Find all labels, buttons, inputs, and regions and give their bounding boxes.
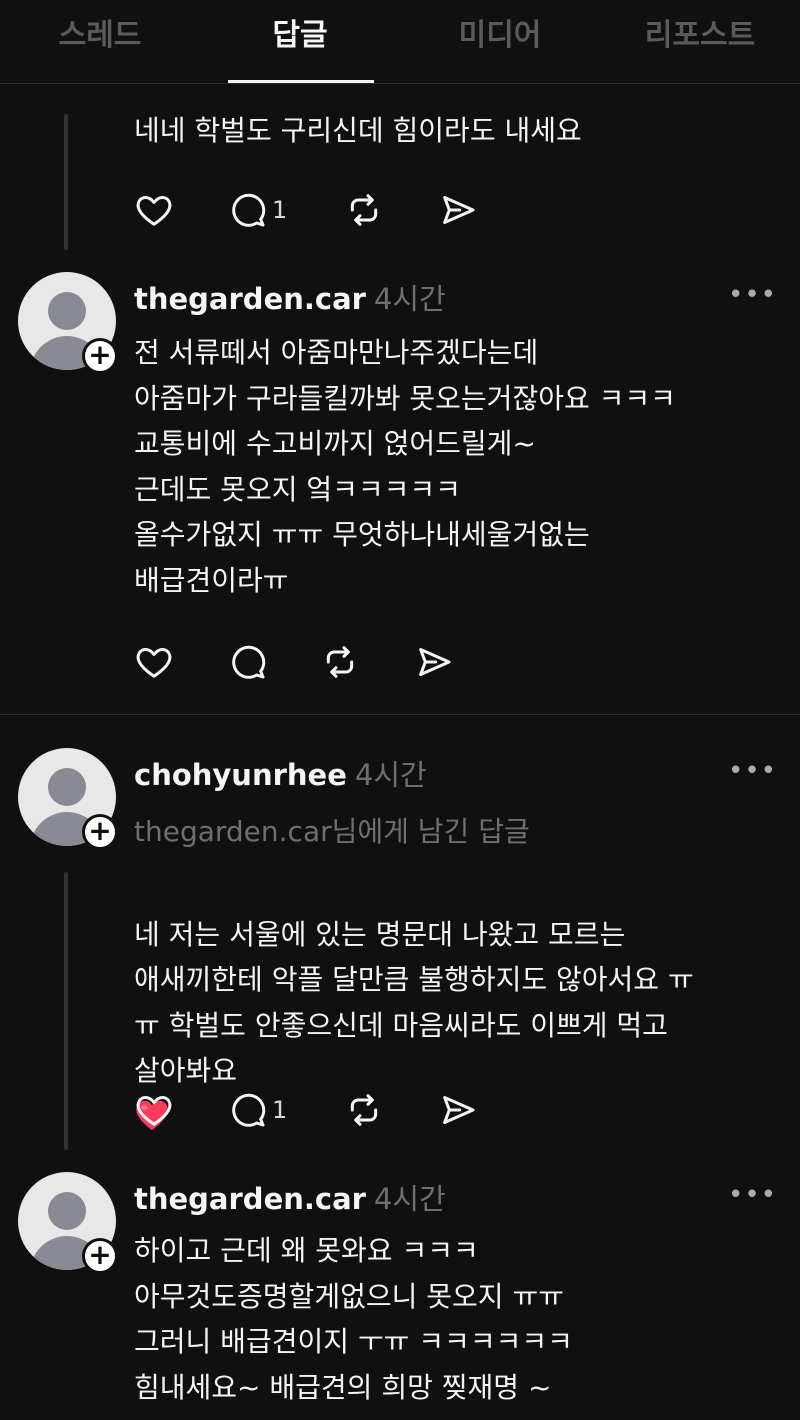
avatar-head [48, 768, 86, 806]
follow-plus-icon[interactable]: + [82, 338, 118, 374]
thread-line [64, 872, 68, 1150]
repost-button[interactable] [320, 642, 360, 682]
timestamp: 4시간 [373, 282, 446, 316]
repost-button[interactable] [344, 1090, 384, 1130]
post-text: 하이고 근데 왜 못와요 ㅋㅋㅋ 아무것도증명할게없으니 못오지 ㅠㅠ 그러니 … [134, 1234, 573, 1404]
comment-icon [232, 1093, 266, 1127]
repost-icon [350, 194, 378, 226]
tab-media[interactable]: 미디어 [400, 10, 600, 54]
reply-button[interactable] [228, 642, 268, 682]
post-header: thegarden.car 4시간 [134, 1176, 446, 1218]
tab-threads[interactable]: 스레드 [0, 10, 200, 54]
repost-button[interactable] [344, 190, 384, 230]
timestamp: 4시간 [354, 758, 427, 792]
username[interactable]: thegarden.car [134, 282, 366, 316]
post-text: 네네 학벌도 구리신데 힘이라도 내세요 [134, 114, 582, 147]
more-options-icon[interactable]: ••• [728, 1180, 776, 1210]
like-button[interactable] [134, 190, 174, 230]
tab-replies[interactable]: 답글 [200, 10, 400, 54]
follow-plus-icon[interactable]: + [82, 814, 118, 850]
share-button[interactable] [438, 1090, 478, 1130]
username[interactable]: chohyunrhee [134, 758, 347, 792]
comment-icon [232, 193, 266, 227]
username[interactable]: thegarden.car [134, 1182, 366, 1216]
reply-button[interactable]: 1 [228, 190, 287, 230]
send-icon [443, 1096, 475, 1124]
heart-icon [136, 1096, 172, 1126]
more-options-icon[interactable]: ••• [728, 756, 776, 786]
reply-count: 1 [272, 196, 288, 224]
repost-icon [350, 1094, 378, 1126]
post-divider [0, 714, 800, 715]
post-header: chohyunrhee 4시간 [134, 752, 427, 794]
repost-icon [326, 646, 354, 678]
like-button[interactable] [134, 642, 174, 682]
reply-count: 1 [272, 1096, 288, 1124]
follow-plus-icon[interactable]: + [82, 1238, 118, 1274]
post-header: thegarden.car 4시간 [134, 276, 446, 318]
avatar-head [48, 1192, 86, 1230]
thread-line [64, 114, 68, 250]
tab-reposts[interactable]: 리포스트 [600, 10, 800, 54]
reply-context[interactable]: thegarden.car님에게 남긴 답글 [134, 810, 530, 850]
reply-button[interactable]: 1 [228, 1090, 287, 1130]
more-options-icon[interactable]: ••• [728, 280, 776, 310]
heart-icon [136, 196, 172, 226]
like-button[interactable] [134, 1090, 174, 1130]
active-tab-indicator [228, 80, 374, 83]
send-icon [443, 196, 475, 224]
post-text: 전 서류떼서 아줌마만나주겠다는데 아줌마가 구라들킬까봐 못오는거잖아요 ㅋㅋ… [134, 336, 676, 597]
post-text-content: 네 저는 서울에 있는 명문대 나왔고 모르는 애새끼한테 악플 달만큼 불행하… [134, 917, 694, 1088]
comment-icon [232, 645, 266, 679]
share-button[interactable] [438, 190, 478, 230]
avatar-head [48, 292, 86, 330]
send-icon [419, 648, 451, 676]
timestamp: 4시간 [373, 1182, 446, 1216]
profile-tabs: 스레드 답글 미디어 리포스트 [0, 0, 800, 84]
heart-icon [136, 648, 172, 678]
share-button[interactable] [414, 642, 454, 682]
